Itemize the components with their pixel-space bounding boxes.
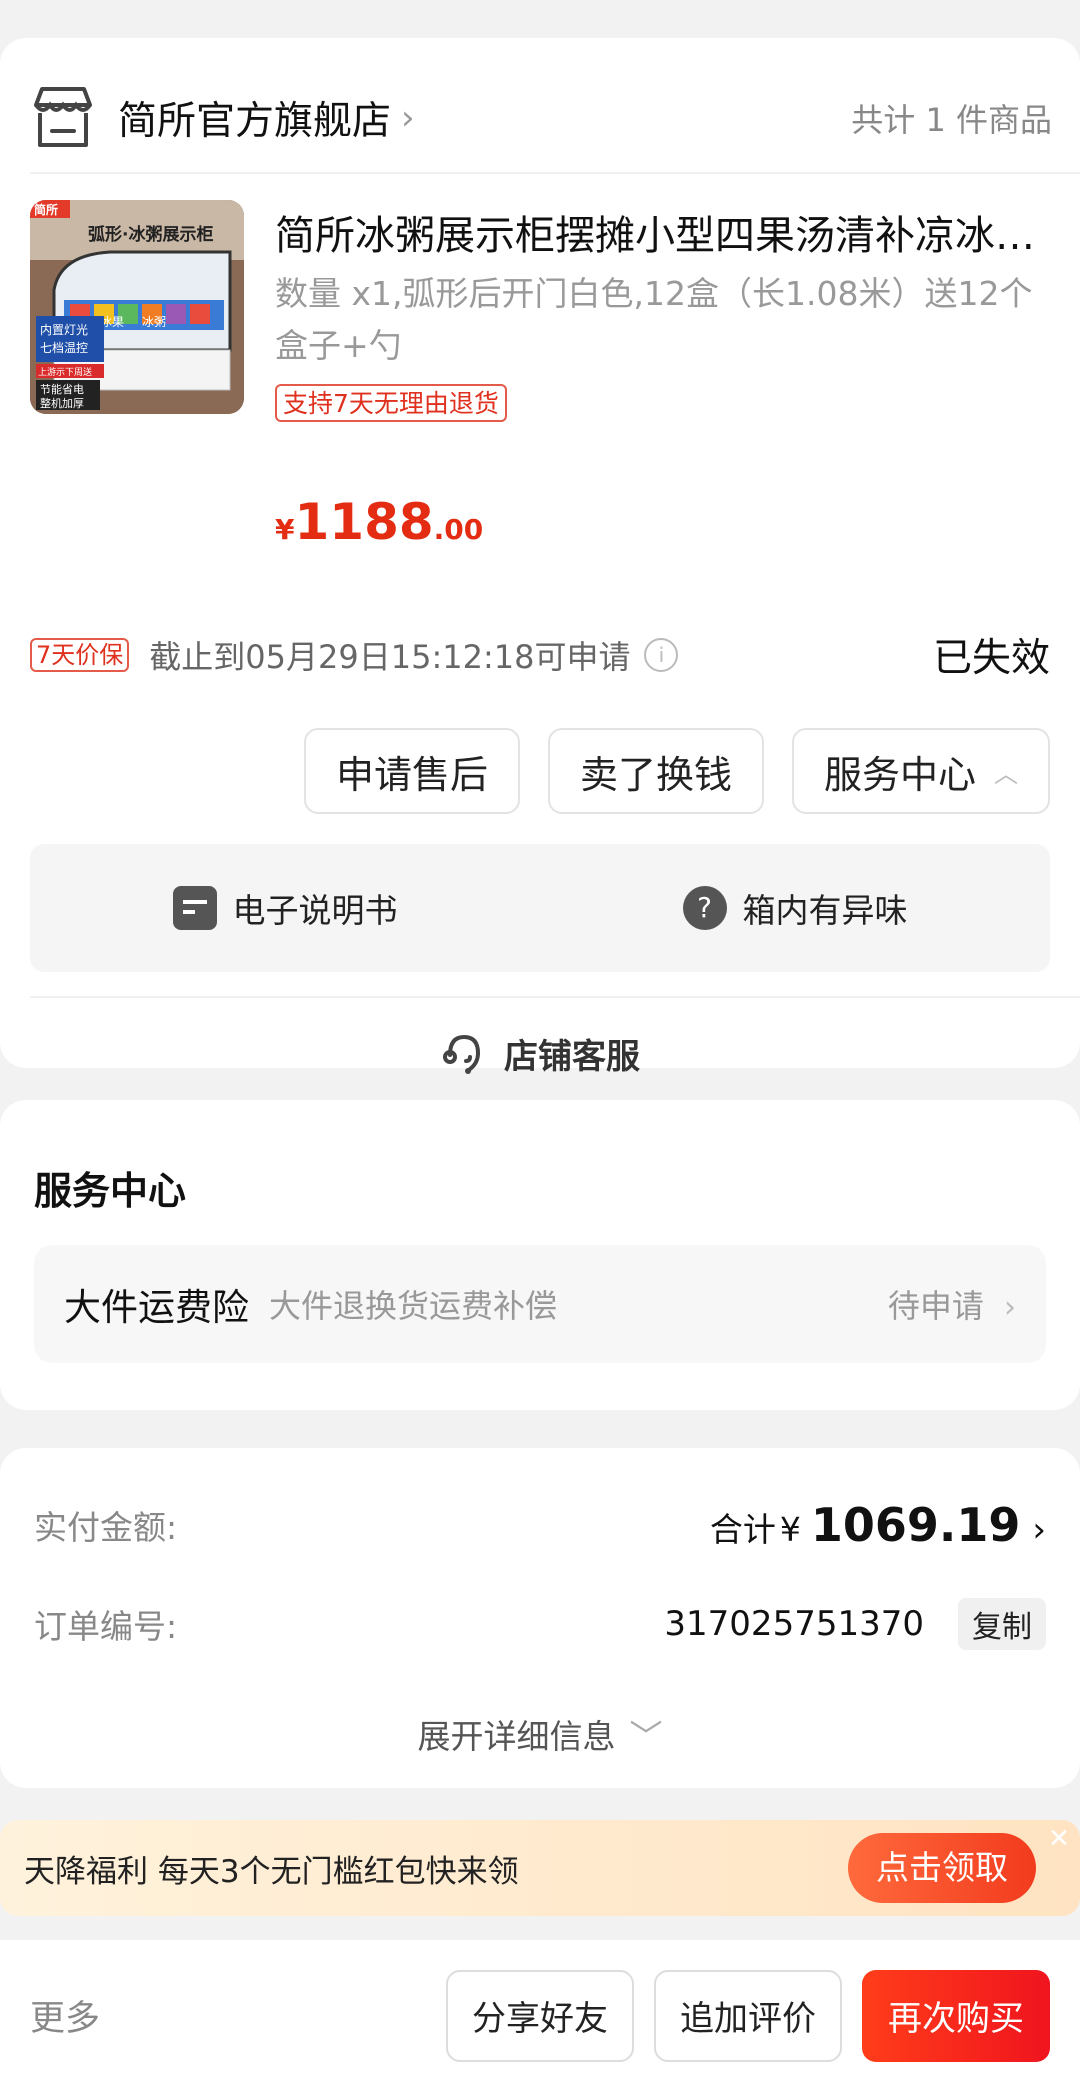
close-icon[interactable]: ✕ (1044, 1824, 1074, 1854)
odor-label: 箱内有异味 (742, 891, 908, 930)
order-card: 简所官方旗舰店 › 共计 1 件商品 简所 弧形·冰粥展示柜 冰果 冰粥 内置灯… (0, 38, 1080, 1077)
paid-total: 合计 ¥ 1069.19 › (710, 1498, 1046, 1552)
price-protect-text: 截止到05月29日15:12:18可申请 (149, 638, 631, 676)
price-decimal: .00 (433, 513, 484, 546)
customer-service-row[interactable]: 店铺客服 (0, 1008, 1080, 1098)
service-center-title: 服务中心 (34, 1169, 187, 1213)
promo-text: 天降福利 每天3个无门槛红包快来领 (24, 1853, 519, 1890)
manual-item[interactable]: 电子说明书 (30, 884, 540, 932)
divider (30, 172, 1080, 174)
thumb-feature-1: 内置灯光 (40, 323, 88, 337)
price-currency: ¥ (275, 513, 295, 546)
freight-insurance-name: 大件运费险 (64, 1286, 249, 1329)
customer-service-label: 店铺客服 (504, 1036, 640, 1077)
more-button[interactable]: 更多 (30, 1990, 100, 2041)
manual-label: 电子说明书 (232, 891, 398, 930)
info-icon[interactable]: i (644, 638, 679, 672)
sell-button[interactable]: 卖了换钱 (547, 728, 764, 814)
freight-insurance-desc: 大件退换货运费补偿 (269, 1287, 558, 1325)
chevron-right-icon: › (401, 98, 415, 138)
thumb-feature-4: 节能省电 (40, 382, 84, 396)
thumb-feature-2: 七档温控 (40, 341, 88, 355)
price-integer: 1188 (294, 493, 434, 551)
total-prefix: 合计 (709, 1510, 776, 1549)
product-price: ¥1188.00 (275, 493, 483, 551)
product-image: 简所 弧形·冰粥展示柜 冰果 冰粥 内置灯光 七档温控 上游示下周送 节能省电 … (30, 200, 244, 414)
total-currency: ¥ (779, 1510, 801, 1549)
expand-label: 展开详细信息 (417, 1717, 616, 1756)
payment-card: 实付金额: 合计 ¥ 1069.19 › 订单编号: 317025751370 … (0, 1448, 1080, 1788)
after-sale-button[interactable]: 申请售后 (303, 728, 520, 814)
paid-amount-row[interactable]: 实付金额: 合计 ¥ 1069.19 › (34, 1498, 1046, 1552)
service-center-label: 服务中心 (823, 752, 976, 797)
action-buttons: 申请售后 卖了换钱 服务中心 ︿ (303, 728, 1050, 814)
chevron-up-icon: ︿ (994, 759, 1018, 788)
promo-banner: 天降福利 每天3个无门槛红包快来领 点击领取 ✕ (0, 1820, 1080, 1916)
chevron-down-icon: ﹀ (629, 1717, 663, 1756)
add-review-button[interactable]: 追加评价 (654, 1969, 842, 2062)
bottom-bar: 更多 分享好友 追加评价 再次购买 (0, 1940, 1080, 2091)
question-icon: ? (682, 886, 727, 930)
product-thumbnail[interactable]: 简所 弧形·冰粥展示柜 冰果 冰粥 内置灯光 七档温控 上游示下周送 节能省电 … (30, 200, 244, 414)
freight-insurance-status-label: 待申请 (887, 1287, 984, 1325)
service-popup: 电子说明书 ? 箱内有异味 (30, 844, 1050, 972)
order-number: 317025751370 (664, 1604, 924, 1644)
thumb-feature-5: 整机加厚 (40, 396, 84, 410)
price-protect-status: 已失效 (932, 636, 1050, 681)
freight-insurance-status: 待申请 › (888, 1281, 1016, 1327)
thumb-title: 弧形·冰粥展示柜 (88, 224, 213, 245)
bottom-buttons: 分享好友 追加评价 再次购买 (446, 1969, 1050, 2062)
odor-item[interactable]: ? 箱内有异味 (540, 884, 1050, 932)
product-spec: 数量 x1,弧形后开门白色,12盒（长1.08米）送12个盒子+勺 (275, 274, 1033, 365)
price-protection-row: 7天价保 截止到05月29日15:12:18可申请 i 已失效 (30, 630, 1050, 681)
paid-amount-label: 实付金额: (34, 1508, 178, 1547)
thumb-label-b: 冰粥 (142, 315, 166, 329)
thumb-brand: 简所 (34, 202, 58, 217)
item-count: 共计 1 件商品 (851, 101, 1052, 139)
headset-icon (443, 1034, 481, 1074)
total-amount: 1069.19 (810, 1498, 1021, 1552)
document-icon (172, 886, 217, 930)
product-title[interactable]: 简所冰粥展示柜摆摊小型四果汤清补凉冰… (275, 203, 1045, 261)
refund-tag: 支持7天无理由退货 (275, 384, 507, 422)
store-name[interactable]: 简所官方旗舰店 (118, 90, 391, 146)
rebuy-button[interactable]: 再次购买 (862, 1969, 1050, 2062)
price-protect-tag: 7天价保 (30, 638, 130, 672)
chevron-right-icon: › (1032, 1510, 1046, 1550)
order-number-row: 订单编号: 317025751370 复制 (34, 1598, 1046, 1650)
store-header[interactable]: 简所官方旗舰店 › 共计 1 件商品 (28, 68, 1052, 168)
thumb-feature-3: 上游示下周送 (38, 366, 92, 378)
service-center-button[interactable]: 服务中心 ︿ (791, 728, 1050, 814)
order-number-label: 订单编号: (34, 1607, 178, 1646)
freight-insurance-item[interactable]: 大件运费险 大件退换货运费补偿 待申请 › (34, 1245, 1046, 1363)
divider (30, 996, 1080, 998)
service-center-card: 服务中心 大件运费险 大件退换货运费补偿 待申请 › (0, 1100, 1080, 1410)
chevron-right-icon: › (1004, 1290, 1016, 1325)
expand-details[interactable]: 展开详细信息 ﹀ (0, 1710, 1080, 1758)
share-button[interactable]: 分享好友 (446, 1969, 634, 2062)
claim-button[interactable]: 点击领取 (848, 1833, 1036, 1903)
store-icon (34, 87, 92, 147)
copy-button[interactable]: 复制 (958, 1598, 1046, 1650)
